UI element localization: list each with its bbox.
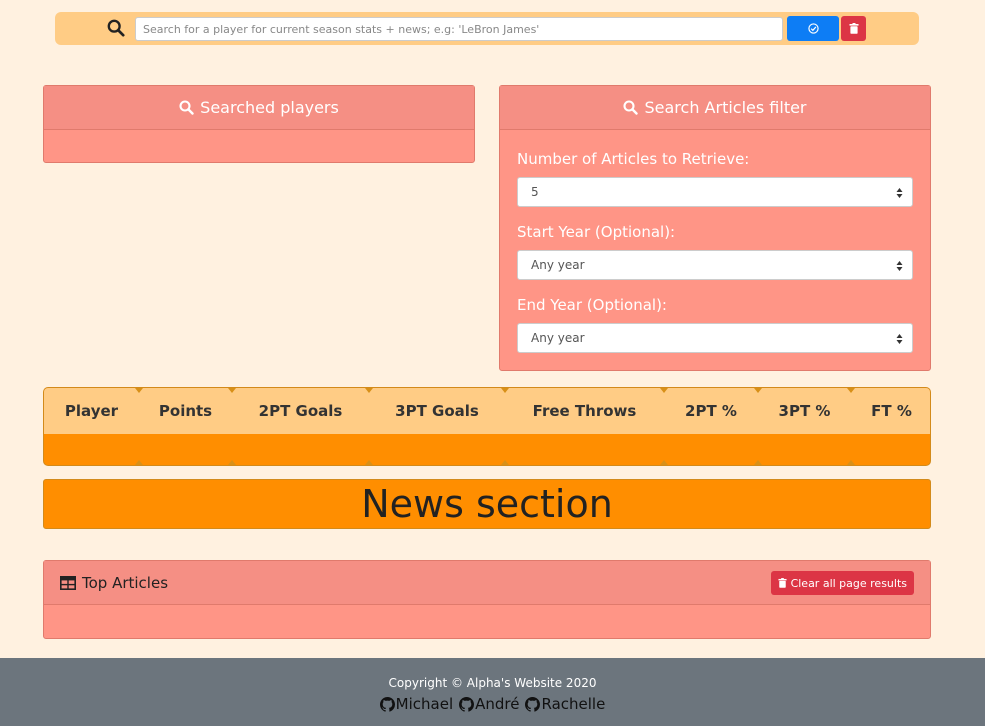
- player-search-input[interactable]: [135, 17, 783, 41]
- stats-table-header: Player Points 2PT Goals 3PT Goals Free T…: [44, 388, 930, 465]
- top-articles-header: Top Articles Clear all page results: [44, 561, 930, 605]
- column-label: 2PT Goals: [258, 402, 343, 420]
- check-circle-icon: [807, 23, 819, 34]
- footer-link-michael[interactable]: Michael: [379, 695, 454, 713]
- column-header-2pt-goals[interactable]: 2PT Goals: [232, 388, 369, 434]
- column-label: 2PT %: [685, 402, 737, 420]
- column-header-free-throws[interactable]: Free Throws: [505, 388, 664, 434]
- player-stats-table: Player Points 2PT Goals 3PT Goals Free T…: [43, 387, 931, 466]
- start-year-label: Start Year (Optional):: [517, 223, 676, 241]
- article-count-select[interactable]: 5: [517, 177, 913, 207]
- select-arrows-icon: [896, 188, 903, 198]
- search-clear-button[interactable]: [841, 16, 866, 41]
- sort-indicator-icon: [135, 388, 143, 393]
- select-arrows-icon: [896, 261, 903, 271]
- footer-link-label: Michael: [395, 695, 454, 713]
- column-header-player[interactable]: Player: [44, 388, 139, 434]
- footer-link-andre[interactable]: André: [459, 695, 519, 713]
- column-header-points[interactable]: Points: [139, 388, 232, 434]
- end-year-value: Any year: [531, 331, 585, 345]
- articles-filter-title: Search Articles filter: [644, 98, 807, 117]
- articles-filter-card: Search Articles filter Number of Article…: [499, 85, 931, 371]
- searched-players-card: Searched players: [43, 85, 475, 163]
- search-icon: [107, 19, 125, 37]
- sort-indicator-icon: [365, 460, 373, 465]
- column-label: Free Throws: [532, 402, 637, 420]
- news-section-title: News section: [361, 482, 613, 526]
- start-year-value: Any year: [531, 258, 585, 272]
- clear-all-results-button[interactable]: Clear all page results: [770, 571, 914, 595]
- start-year-select[interactable]: Any year: [517, 250, 913, 280]
- sort-indicator-icon: [365, 388, 373, 393]
- table-icon: [60, 575, 76, 590]
- search-icon: [623, 100, 639, 115]
- sort-indicator-icon: [228, 460, 236, 465]
- searched-players-header: Searched players: [44, 86, 474, 130]
- column-header-ft-pct[interactable]: FT %: [851, 388, 930, 434]
- articles-filter-header: Search Articles filter: [500, 86, 930, 130]
- sort-indicator-icon: [660, 460, 668, 465]
- sort-indicator-icon: [847, 388, 855, 393]
- sort-indicator-icon: [660, 388, 668, 393]
- news-section-heading: News section: [43, 479, 931, 529]
- search-icon: [179, 100, 194, 115]
- sort-indicator-icon: [501, 460, 509, 465]
- search-submit-button[interactable]: [787, 16, 839, 41]
- end-year-select[interactable]: Any year: [517, 323, 913, 353]
- sort-indicator-icon: [501, 388, 509, 393]
- page-footer: Copyright © Alpha's Website 2020 Michael…: [0, 658, 985, 726]
- player-search-bar: [55, 12, 919, 45]
- sort-indicator-icon: [754, 460, 762, 465]
- github-icon: [379, 696, 395, 712]
- select-arrows-icon: [896, 334, 903, 344]
- article-count-label: Number of Articles to Retrieve:: [517, 150, 750, 168]
- sort-indicator-icon: [754, 388, 762, 393]
- column-header-3pt-pct[interactable]: 3PT %: [758, 388, 851, 434]
- top-articles-card: Top Articles Clear all page results: [43, 560, 931, 639]
- sort-indicator-icon: [135, 460, 143, 465]
- column-label: Player: [64, 402, 119, 420]
- top-articles-title: Top Articles: [82, 573, 169, 592]
- github-icon: [459, 696, 475, 712]
- column-header-3pt-goals[interactable]: 3PT Goals: [369, 388, 505, 434]
- github-icon: [525, 696, 541, 712]
- searched-players-title: Searched players: [200, 98, 339, 117]
- article-count-value: 5: [531, 185, 539, 199]
- footer-link-label: André: [475, 695, 520, 713]
- trash-icon: [849, 23, 858, 34]
- sort-indicator-icon: [847, 460, 855, 465]
- column-label: 3PT %: [778, 402, 831, 420]
- column-header-2pt-pct[interactable]: 2PT %: [664, 388, 758, 434]
- footer-links: Michael André Rachelle: [0, 695, 985, 713]
- column-label: Points: [158, 402, 213, 420]
- footer-link-rachelle[interactable]: Rachelle: [525, 695, 605, 713]
- footer-link-label: Rachelle: [541, 695, 606, 713]
- trash-icon: [778, 578, 787, 588]
- sort-indicator-icon: [228, 388, 236, 393]
- column-label: 3PT Goals: [395, 402, 479, 420]
- column-label: FT %: [871, 402, 912, 420]
- end-year-label: End Year (Optional):: [517, 296, 667, 314]
- clear-all-results-label: Clear all page results: [790, 576, 907, 590]
- copyright-text: Copyright © Alpha's Website 2020: [388, 676, 597, 690]
